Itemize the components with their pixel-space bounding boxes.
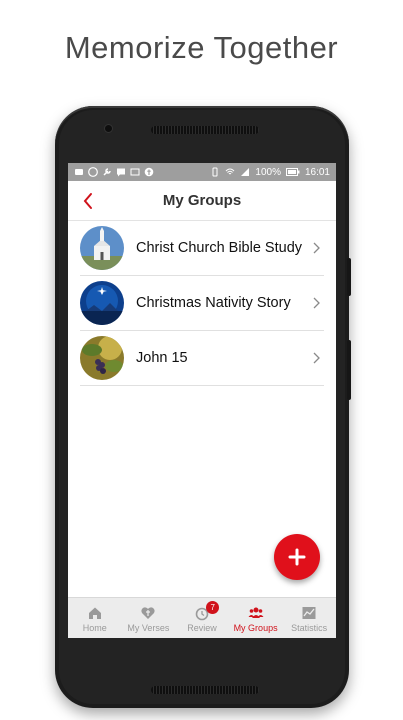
group-row-john-15[interactable]: John 15 xyxy=(80,331,324,386)
group-name: Christ Church Bible Study xyxy=(136,240,303,256)
nav-label: My Verses xyxy=(127,623,170,633)
heart-icon xyxy=(141,607,155,619)
page-title: My Groups xyxy=(162,192,242,209)
plus-icon xyxy=(288,548,306,566)
groups-list: Christ Church Bible Study Christmas Nati… xyxy=(68,221,336,386)
battery-percent: 100% xyxy=(255,166,281,178)
nav-label: Home xyxy=(82,623,107,633)
app-bar: My Groups xyxy=(68,181,336,221)
badge-100-icon xyxy=(88,167,98,177)
back-arrow-icon[interactable] xyxy=(80,191,98,211)
signal-icon xyxy=(241,168,250,176)
vine-avatar xyxy=(80,336,124,380)
group-name: Christmas Nativity Story xyxy=(136,295,291,311)
nav-label: Review xyxy=(187,623,217,633)
wrench-icon xyxy=(103,168,111,176)
status-bar: 100% 16:01 xyxy=(68,163,336,181)
add-group-button[interactable] xyxy=(274,534,320,580)
cross-icon xyxy=(144,167,154,177)
nav-review[interactable]: 7 Review xyxy=(175,598,229,638)
chevron-right-icon xyxy=(313,352,320,364)
marketing-headline: Memorize Together xyxy=(64,30,339,65)
home-icon xyxy=(88,607,101,619)
image-icon xyxy=(130,168,140,176)
nav-my-groups[interactable]: My Groups xyxy=(229,598,283,638)
review-count-badge: 7 xyxy=(206,601,220,614)
wifi-icon xyxy=(226,168,235,175)
message-icon xyxy=(117,168,125,177)
people-icon xyxy=(248,607,264,618)
nav-label: Statistics xyxy=(291,623,328,633)
app-screen: 100% 16:01 My Groups Christ Church Bible… xyxy=(68,163,336,638)
nav-home[interactable]: Home xyxy=(68,598,122,638)
group-name: John 15 xyxy=(136,350,188,366)
church-avatar xyxy=(80,226,124,270)
bottom-navigation: Home My Verses 7 Review My Groups Statis… xyxy=(68,597,336,638)
nav-statistics[interactable]: Statistics xyxy=(282,598,336,638)
vibrate-icon xyxy=(212,167,218,177)
chevron-right-icon xyxy=(313,242,320,254)
power-button xyxy=(347,340,351,400)
chevron-right-icon xyxy=(313,297,320,309)
nativity-avatar xyxy=(80,281,124,325)
battery-icon xyxy=(285,168,300,176)
notification-icon xyxy=(75,169,83,175)
group-row-christmas-nativity[interactable]: Christmas Nativity Story xyxy=(80,276,324,331)
bottom-speaker xyxy=(151,686,259,694)
nav-my-verses[interactable]: My Verses xyxy=(122,598,176,638)
front-camera xyxy=(105,125,112,132)
clock: 16:01 xyxy=(304,166,330,178)
chart-icon xyxy=(302,607,316,619)
group-row-christ-church[interactable]: Christ Church Bible Study xyxy=(80,221,324,276)
volume-button xyxy=(347,258,351,296)
top-speaker xyxy=(151,126,259,134)
nav-label: My Groups xyxy=(233,623,278,633)
